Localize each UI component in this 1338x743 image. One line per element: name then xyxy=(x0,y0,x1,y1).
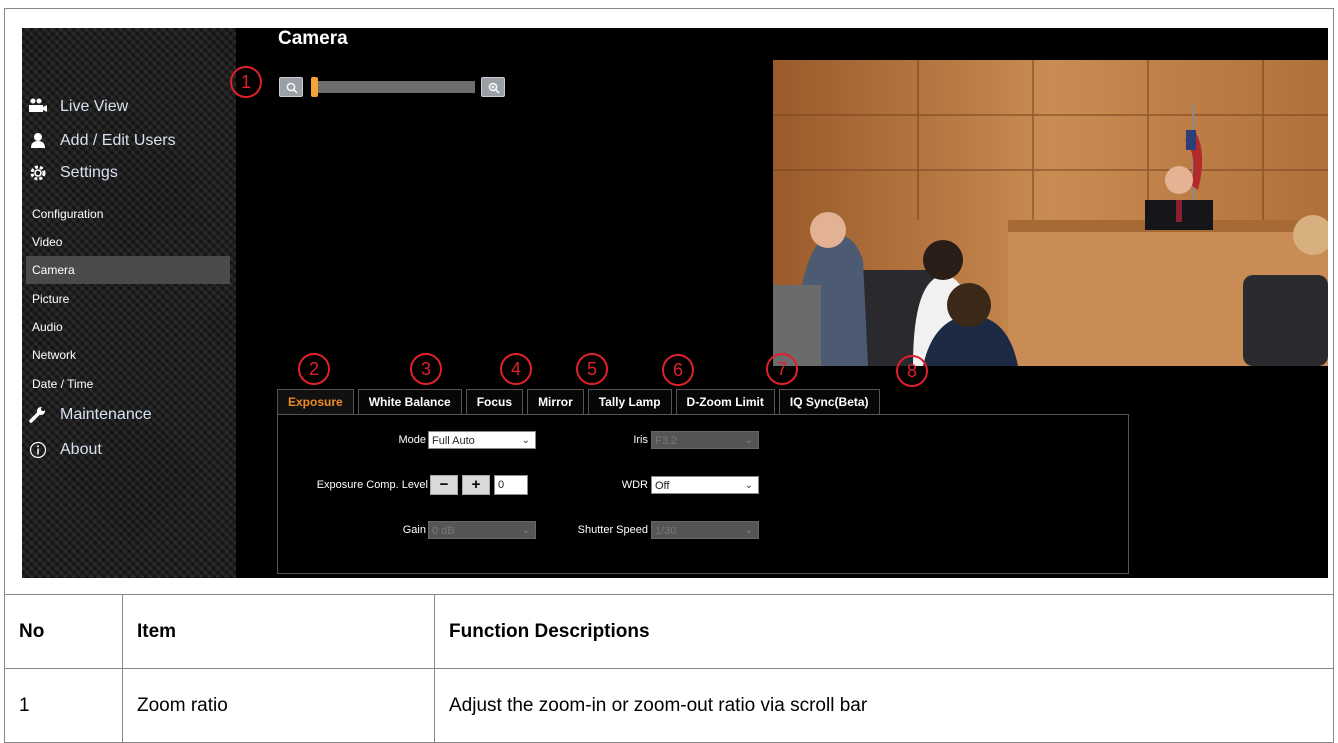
zoom-in-icon xyxy=(488,82,500,94)
shutter-speed-label: Shutter Speed xyxy=(577,524,648,536)
tab-mirror[interactable]: Mirror xyxy=(527,389,584,415)
sidebar-item-maintenance[interactable]: Maintenance xyxy=(28,406,152,424)
camera-settings-screenshot: Live View Add / Edit Users Settings Conf… xyxy=(22,28,1328,578)
zoom-slider-track[interactable] xyxy=(311,81,475,93)
sidebar-item-camera[interactable]: Camera xyxy=(26,256,230,284)
gain-select[interactable]: 0 dB ⌄ xyxy=(428,521,536,539)
info-icon xyxy=(28,441,48,459)
mode-label: Mode xyxy=(398,434,426,446)
sidebar-item-about[interactable]: About xyxy=(28,441,102,459)
shutter-speed-select-value: 1/30 xyxy=(655,525,677,537)
wdr-select[interactable]: Off ⌄ xyxy=(651,476,759,494)
cell-no: 1 xyxy=(4,668,123,743)
gear-icon xyxy=(28,164,48,182)
cell-item: Zoom ratio xyxy=(122,668,435,743)
settings-tabs: Exposure White Balance Focus Mirror Tall… xyxy=(277,389,884,415)
function-table: No Item Function Descriptions 1 Zoom rat… xyxy=(4,594,1334,743)
mode-select[interactable]: Full Auto ⌄ xyxy=(428,431,536,449)
cell-description: Adjust the zoom-in or zoom-out ratio via… xyxy=(434,668,1334,743)
table-header-row: No Item Function Descriptions xyxy=(4,594,1334,669)
wrench-icon xyxy=(28,406,48,424)
comp-increase-button[interactable]: + xyxy=(462,475,490,495)
callout-4: 4 xyxy=(500,353,532,385)
zoom-out-icon xyxy=(286,82,298,94)
gain-label: Gain xyxy=(402,524,426,536)
callout-2: 2 xyxy=(298,353,330,385)
sidebar-item-network[interactable]: Network xyxy=(26,341,230,369)
exposure-comp-label: Exposure Comp. Level xyxy=(316,479,428,491)
tab-exposure[interactable]: Exposure xyxy=(277,389,354,415)
callout-6: 6 xyxy=(662,354,694,386)
callout-3: 3 xyxy=(410,353,442,385)
live-preview-image xyxy=(773,60,1328,366)
user-icon xyxy=(28,132,48,150)
chevron-down-icon: ⌄ xyxy=(521,525,530,536)
header-item: Item xyxy=(122,594,435,669)
sidebar-item-label: Live View xyxy=(60,98,129,115)
chevron-down-icon: ⌄ xyxy=(744,480,753,491)
callout-7: 7 xyxy=(766,353,798,385)
sidebar-item-configuration[interactable]: Configuration xyxy=(26,200,230,228)
manual-page: Live View Add / Edit Users Settings Conf… xyxy=(0,0,1338,743)
callout-1: 1 xyxy=(230,66,262,98)
zoom-out-button[interactable] xyxy=(279,77,303,97)
sidebar-item-live-view[interactable]: Live View xyxy=(28,98,128,116)
callout-8: 8 xyxy=(896,355,928,387)
sidebar-item-date-time[interactable]: Date / Time xyxy=(26,370,230,398)
header-function-descriptions: Function Descriptions xyxy=(434,594,1334,669)
sidebar-item-video[interactable]: Video xyxy=(26,228,230,256)
callout-5: 5 xyxy=(576,353,608,385)
zoom-in-button[interactable] xyxy=(481,77,505,97)
chevron-down-icon: ⌄ xyxy=(521,435,530,446)
sidebar: Live View Add / Edit Users Settings Conf… xyxy=(22,28,236,578)
iris-select[interactable]: F3.2 ⌄ xyxy=(651,431,759,449)
exposure-panel: Mode Full Auto ⌄ Iris F3.2 ⌄ Exposure Comp… xyxy=(277,414,1129,574)
gain-select-value: 0 dB xyxy=(432,525,455,537)
table-row: 1 Zoom ratio Adjust the zoom-in or zoom-… xyxy=(4,668,1334,743)
tab-iq-sync[interactable]: IQ Sync(Beta) xyxy=(778,389,880,415)
tab-focus[interactable]: Focus xyxy=(465,389,524,415)
zoom-slider-handle[interactable] xyxy=(311,77,318,97)
tab-tally-lamp[interactable]: Tally Lamp xyxy=(587,389,672,415)
sidebar-item-label: Settings xyxy=(60,164,118,181)
page-title: Camera xyxy=(278,28,348,49)
sidebar-item-picture[interactable]: Picture xyxy=(26,285,230,313)
sidebar-item-label: Maintenance xyxy=(60,406,152,423)
tab-d-zoom-limit[interactable]: D-Zoom Limit xyxy=(675,389,775,415)
camera-people-icon xyxy=(28,98,48,116)
header-no: No xyxy=(4,594,123,669)
chevron-down-icon: ⌄ xyxy=(744,525,753,536)
wdr-select-value: Off xyxy=(655,480,670,492)
sidebar-item-audio[interactable]: Audio xyxy=(26,313,230,341)
comp-level-input[interactable]: 0 xyxy=(494,475,528,495)
mode-select-value: Full Auto xyxy=(432,435,475,447)
iris-label: Iris xyxy=(633,434,648,446)
comp-decrease-button[interactable]: − xyxy=(430,475,458,495)
sidebar-item-add-edit-users[interactable]: Add / Edit Users xyxy=(28,132,176,150)
chevron-down-icon: ⌄ xyxy=(744,435,753,446)
sidebar-item-label: Add / Edit Users xyxy=(60,132,176,149)
sidebar-item-settings[interactable]: Settings xyxy=(28,164,118,182)
sidebar-item-label: About xyxy=(60,441,102,458)
shutter-speed-select[interactable]: 1/30 ⌄ xyxy=(651,521,759,539)
tab-white-balance[interactable]: White Balance xyxy=(357,389,462,415)
iris-select-value: F3.2 xyxy=(655,435,678,447)
wdr-label: WDR xyxy=(621,479,648,491)
